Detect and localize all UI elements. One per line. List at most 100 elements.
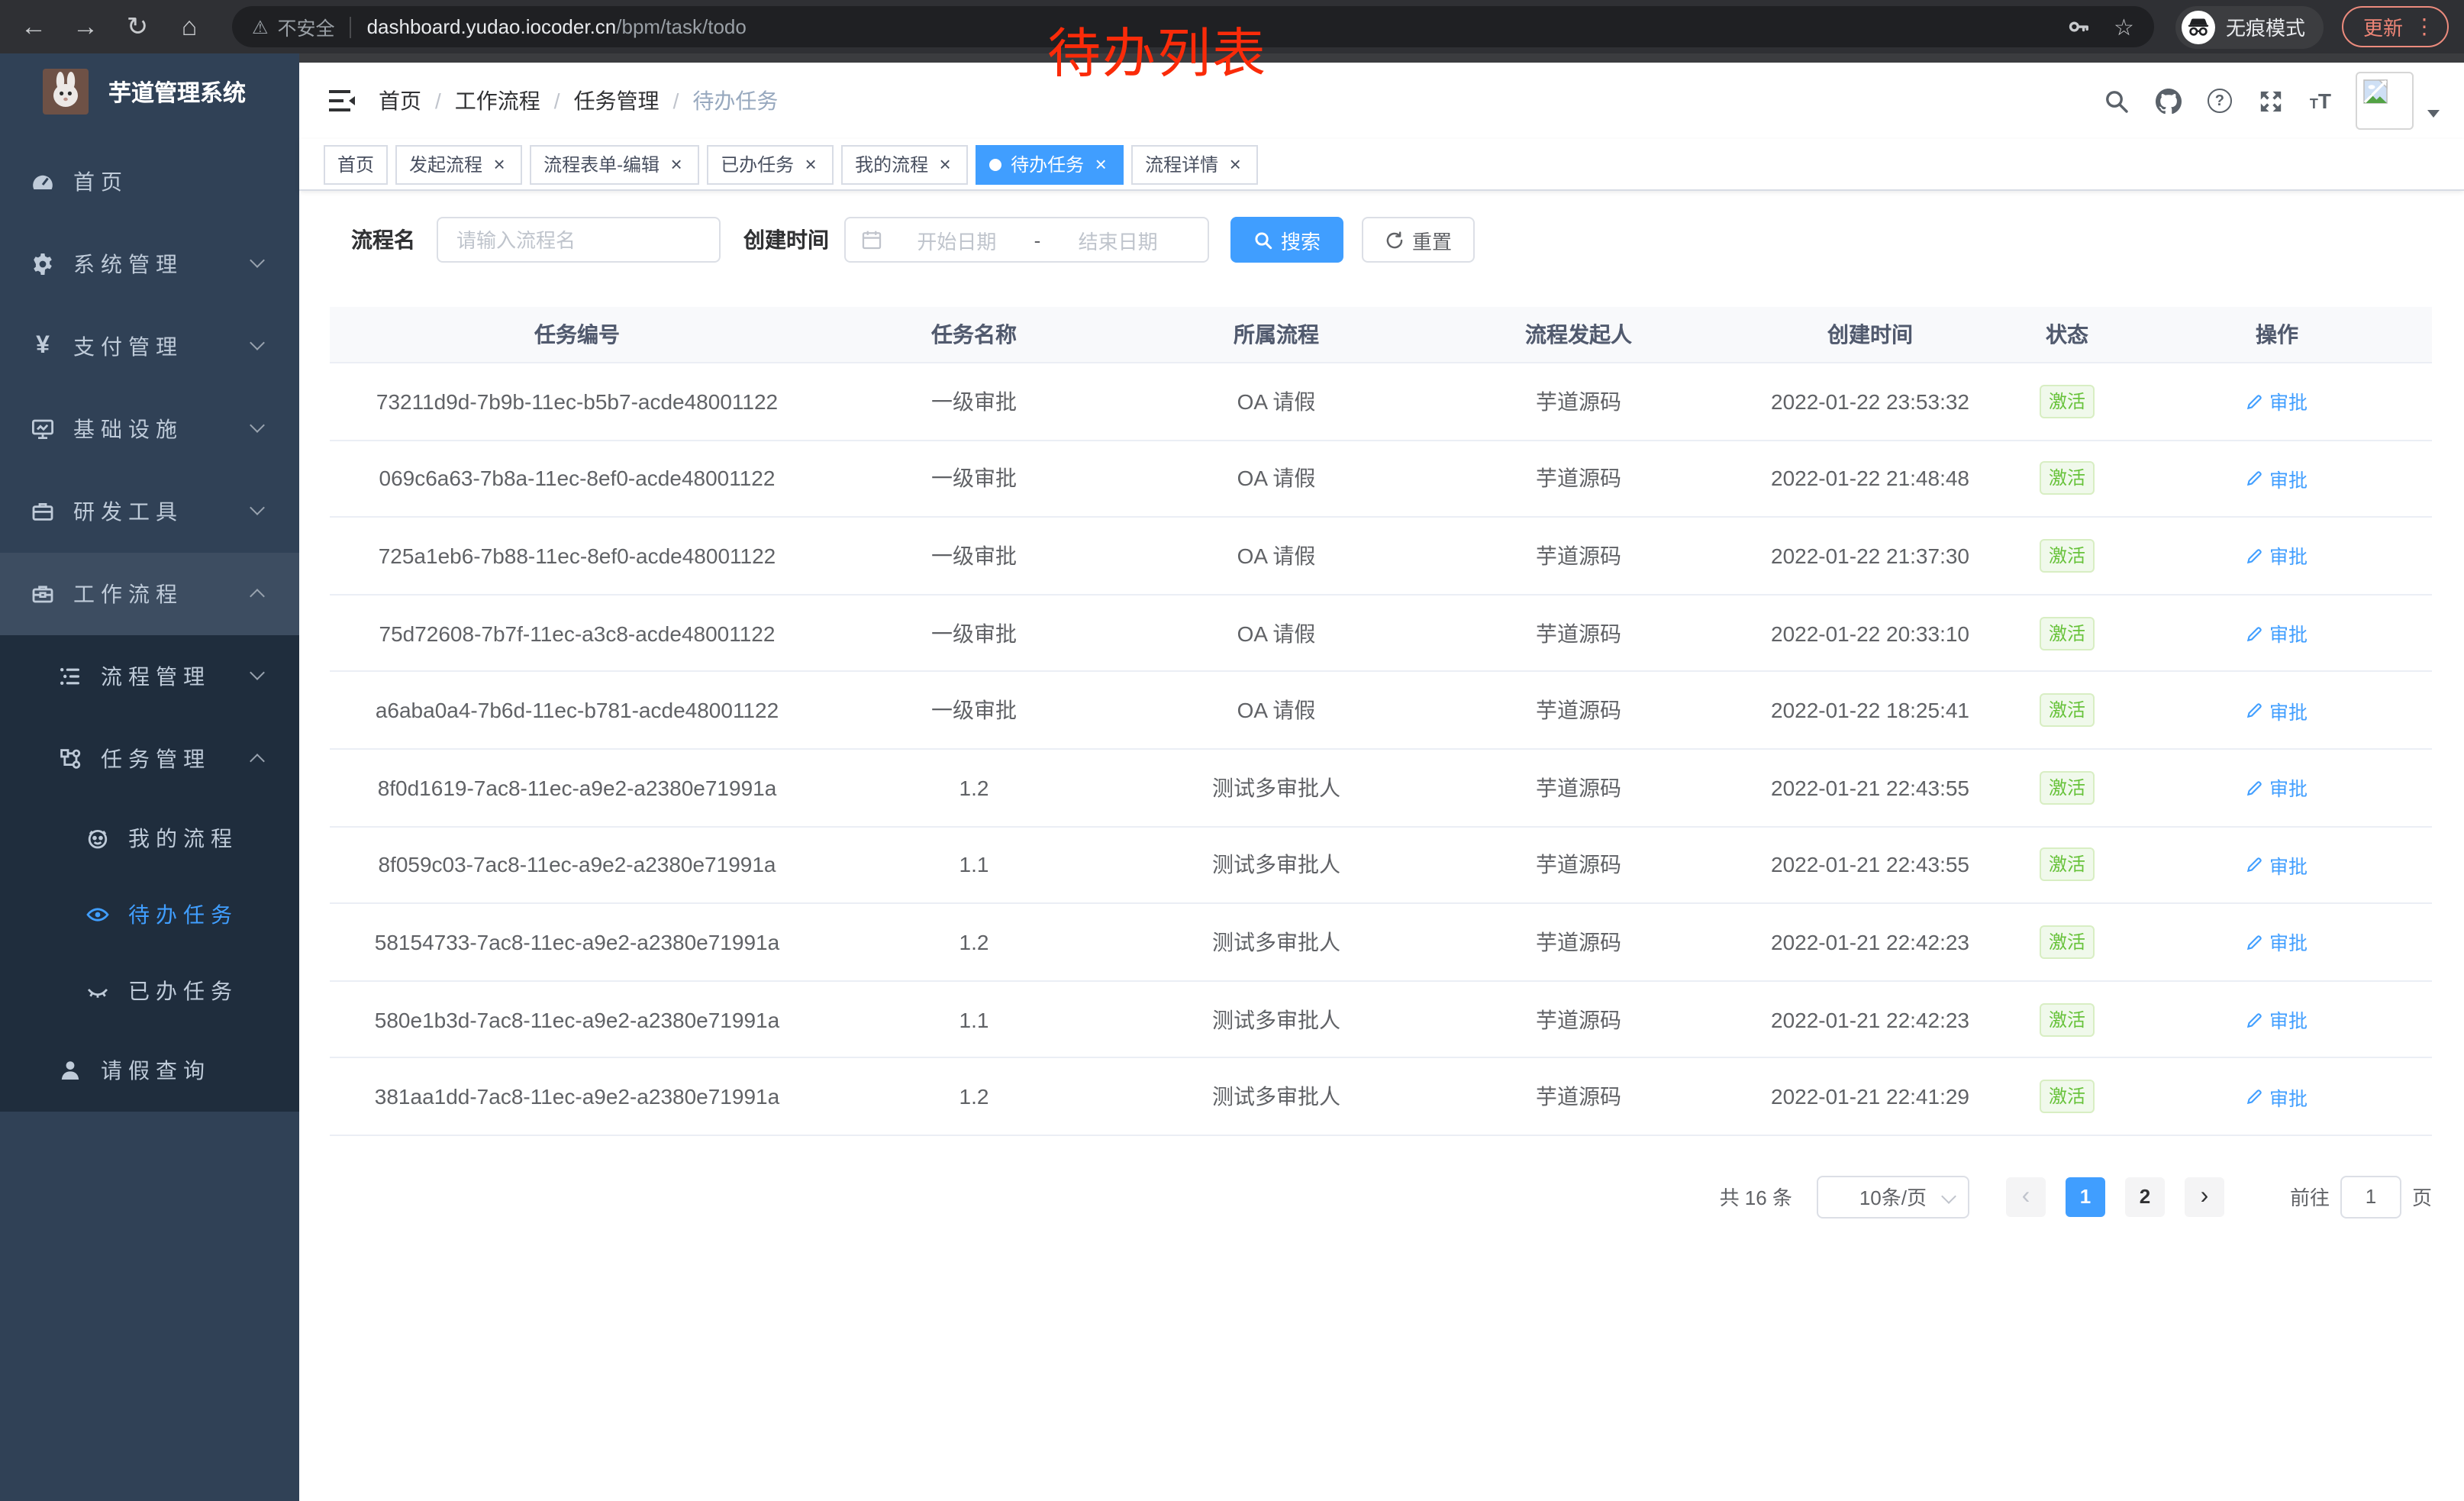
sidebar-item-system[interactable]: 系统管理 <box>0 223 299 305</box>
column-created: 创建时间 <box>1728 307 2012 362</box>
tab-done-tasks[interactable]: 已办任务 × <box>707 144 834 184</box>
monitor-icon <box>31 417 55 441</box>
next-page-button[interactable]: › <box>2185 1177 2224 1217</box>
sidebar-item-my-process[interactable]: 我的流程 <box>0 800 299 876</box>
forward-icon[interactable]: → <box>67 11 104 42</box>
page-size-select[interactable]: 10条/页 <box>1817 1176 1969 1219</box>
page-button-1[interactable]: 1 <box>2066 1177 2105 1217</box>
approve-link[interactable]: 审批 <box>2246 928 2308 957</box>
start-date-placeholder[interactable]: 开始日期 <box>882 225 1031 254</box>
sidebar-item-todo-tasks[interactable]: 待办任务 <box>0 876 299 953</box>
chevron-down-icon <box>250 335 265 350</box>
sidebar-item-home[interactable]: 首页 <box>0 140 299 223</box>
cell-task-id: 73211d9d-7b9b-11ec-b5b7-acde48001122 <box>330 363 824 439</box>
tab-home[interactable]: 首页 <box>324 144 388 184</box>
back-icon[interactable]: ← <box>15 11 52 42</box>
close-icon[interactable]: × <box>1226 153 1244 176</box>
close-icon[interactable]: × <box>490 153 508 176</box>
url-path: /bpm/task/todo <box>616 15 747 38</box>
tab-my-process[interactable]: 我的流程 × <box>841 144 968 184</box>
close-icon[interactable]: × <box>667 153 685 176</box>
approve-link[interactable]: 审批 <box>2246 773 2308 802</box>
search-button[interactable]: 搜索 <box>1230 217 1343 263</box>
gear-icon <box>31 252 55 276</box>
sidebar-item-task-management[interactable]: 任务管理 <box>0 718 299 800</box>
hamburger-icon[interactable] <box>328 89 356 113</box>
chevron-down-icon <box>250 665 265 680</box>
pagination: 共 16 条 10条/页 ‹ 1 2 › 前往 页 <box>299 1176 2432 1219</box>
pen-icon <box>2246 470 2265 488</box>
tab-process-detail[interactable]: 流程详情 × <box>1131 144 1258 184</box>
cell-process: 测试多审批人 <box>1124 827 1429 902</box>
approve-link[interactable]: 审批 <box>2246 541 2308 570</box>
cell-task-name: 一级审批 <box>824 441 1124 516</box>
prev-page-button[interactable]: ‹ <box>2006 1177 2046 1217</box>
status-badge: 激活 <box>2040 539 2095 573</box>
tab-form-edit[interactable]: 流程表单-编辑 × <box>530 144 699 184</box>
key-icon[interactable] <box>2066 15 2089 38</box>
sidebar: 芋道管理系统 首页 系统管理 ¥ <box>0 53 299 1501</box>
status-badge: 激活 <box>2040 1002 2095 1036</box>
approve-link[interactable]: 审批 <box>2246 464 2308 493</box>
cell-process: OA 请假 <box>1124 673 1429 748</box>
cell-task-id: 580e1b3d-7ac8-11ec-a9e2-a2380e71991a <box>330 982 824 1057</box>
approve-link[interactable]: 审批 <box>2246 696 2308 725</box>
github-icon[interactable] <box>2156 88 2182 114</box>
sidebar-item-infrastructure[interactable]: 基础设施 <box>0 388 299 470</box>
page-button-2[interactable]: 2 <box>2125 1177 2165 1217</box>
cell-process: 测试多审批人 <box>1124 982 1429 1057</box>
bookmark-star-icon[interactable]: ☆ <box>2114 13 2134 40</box>
process-name-input[interactable] <box>437 217 721 263</box>
tab-todo-tasks[interactable]: 待办任务 × <box>976 144 1124 184</box>
pen-icon <box>2246 547 2265 565</box>
eye-closed-icon <box>85 979 110 1003</box>
status-badge: 激活 <box>2040 462 2095 495</box>
dashboard-icon <box>31 169 55 194</box>
approve-link[interactable]: 审批 <box>2246 1005 2308 1034</box>
person-icon <box>58 1058 82 1083</box>
sidebar-item-devtools[interactable]: 研发工具 <box>0 470 299 553</box>
update-button[interactable]: 更新 ⋮ <box>2342 6 2449 47</box>
breadcrumb-separator: / <box>673 89 679 113</box>
breadcrumb-task-management[interactable]: 任务管理 <box>574 86 660 116</box>
sidebar-item-workflow[interactable]: 工作流程 <box>0 553 299 635</box>
close-icon[interactable]: × <box>936 153 954 176</box>
status-badge: 激活 <box>2040 848 2095 882</box>
cell-task-name: 1.2 <box>824 904 1124 980</box>
next-icon: › <box>2201 1183 2209 1211</box>
column-status: 状态 <box>2012 307 2122 362</box>
reload-icon[interactable]: ↻ <box>119 11 156 42</box>
help-icon[interactable]: ? <box>2208 89 2232 113</box>
avatar[interactable] <box>2356 72 2414 130</box>
approve-link[interactable]: 审批 <box>2246 851 2308 880</box>
sidebar-item-done-tasks[interactable]: 已办任务 <box>0 953 299 1029</box>
approve-link[interactable]: 审批 <box>2246 387 2308 416</box>
search-icon[interactable] <box>2104 88 2130 114</box>
breadcrumb-workflow[interactable]: 工作流程 <box>455 86 540 116</box>
caret-down-icon[interactable] <box>2427 109 2440 117</box>
table-row: 069c6a63-7b8a-11ec-8ef0-acde48001122 一级审… <box>330 441 2432 518</box>
tab-start-process[interactable]: 发起流程 × <box>395 144 522 184</box>
font-size-icon[interactable]: TT <box>2310 89 2331 113</box>
reset-button[interactable]: 重置 <box>1362 217 1475 263</box>
chevron-down-icon <box>1941 1189 1956 1204</box>
cell-task-name: 一级审批 <box>824 596 1124 671</box>
approve-link[interactable]: 审批 <box>2246 1082 2308 1111</box>
fullscreen-icon[interactable] <box>2258 88 2284 114</box>
cell-initiator: 芋道源码 <box>1429 982 1728 1057</box>
breadcrumb-home[interactable]: 首页 <box>379 86 421 116</box>
sidebar-item-payment[interactable]: ¥ 支付管理 <box>0 305 299 388</box>
breadcrumb-current: 待办任务 <box>692 86 778 116</box>
approve-link[interactable]: 审批 <box>2246 618 2308 647</box>
cell-created: 2022-01-21 22:42:23 <box>1728 982 2012 1057</box>
date-range-picker[interactable]: 开始日期 - 结束日期 <box>844 217 1209 263</box>
close-icon[interactable]: × <box>801 153 820 176</box>
sidebar-item-process-management[interactable]: 流程管理 <box>0 635 299 718</box>
goto-page-input[interactable] <box>2340 1176 2401 1219</box>
sidebar-item-leave-query[interactable]: 请假查询 <box>0 1029 299 1112</box>
end-date-placeholder[interactable]: 结束日期 <box>1043 225 1192 254</box>
home-icon[interactable]: ⌂ <box>171 11 208 42</box>
browser-menu-icon[interactable]: ⋮ <box>2414 14 2435 40</box>
cell-initiator: 芋道源码 <box>1429 441 1728 516</box>
close-icon[interactable]: × <box>1092 153 1110 176</box>
